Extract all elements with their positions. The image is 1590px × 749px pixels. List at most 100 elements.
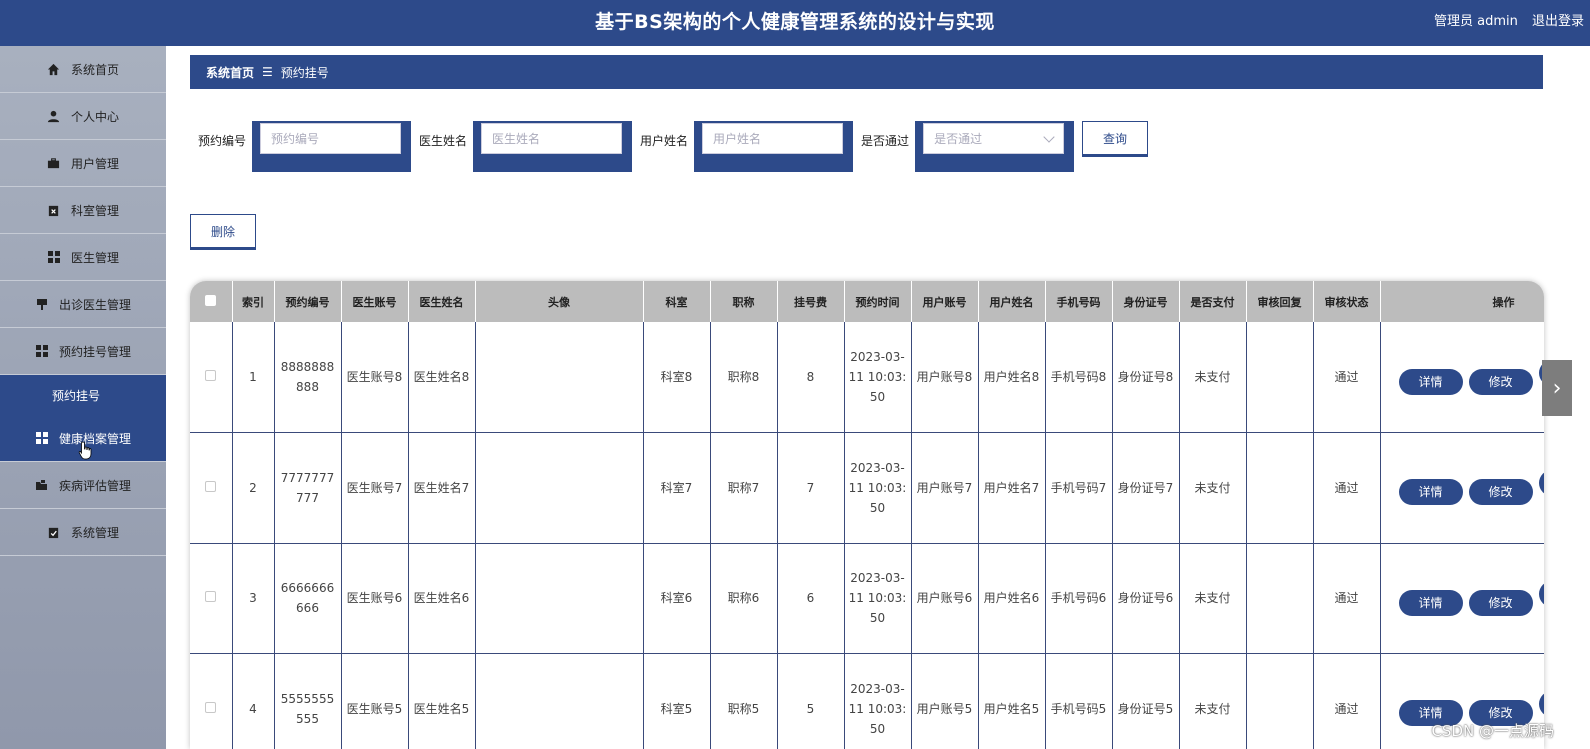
- sidebar-subitem-appointment[interactable]: 预约挂号: [0, 375, 166, 415]
- sidebar-item-home[interactable]: 系统首页: [0, 46, 166, 93]
- query-button[interactable]: 查询: [1082, 121, 1149, 155]
- cell-status: 通过: [1313, 322, 1381, 433]
- edit-button[interactable]: 修改: [1468, 368, 1533, 395]
- row-select-cell[interactable]: [190, 543, 233, 654]
- column-header: 用户姓名: [978, 281, 1046, 322]
- cell-status: 通过: [1313, 543, 1381, 654]
- delete-button[interactable]: 删除: [190, 214, 256, 248]
- column-header: 医生账号: [341, 281, 409, 322]
- cell-id-card: 身份证号7: [1112, 432, 1180, 544]
- edit-button[interactable]: 修改: [1468, 589, 1533, 616]
- select-all-checkbox[interactable]: [205, 294, 217, 306]
- appointments-table: 索引 预约编号 医生账号 医生姓名 头像 科室 职称 挂号费 预约时间 用户账号…: [190, 281, 1544, 749]
- cell-status: 通过: [1313, 432, 1381, 544]
- appointment-code-input[interactable]: 预约编号: [260, 123, 402, 154]
- row-select-cell[interactable]: [190, 653, 233, 749]
- cell-fee: 7: [777, 432, 845, 544]
- cell-department: 科室6: [643, 543, 711, 654]
- sidebar-item-doctors[interactable]: 医生管理: [0, 234, 166, 281]
- table-row: 3 6666666666 医生账号6 医生姓名6 科室6 职称6 6 2023-…: [190, 543, 1544, 654]
- row-select-cell[interactable]: [190, 432, 233, 544]
- sidebar-item-system[interactable]: 系统管理: [0, 509, 166, 556]
- sidebar-item-disease-assessment[interactable]: 疾病评估管理: [0, 462, 166, 509]
- cell-paid: 未支付: [1179, 543, 1247, 654]
- column-header: 审核回复: [1246, 281, 1314, 322]
- column-header: 挂号费: [777, 281, 845, 322]
- sidebar-item-label: 出诊医生管理: [58, 297, 131, 312]
- sidebar-item-label: 科室管理: [70, 203, 119, 218]
- cell-title: 职称6: [710, 543, 778, 654]
- row-checkbox[interactable]: [205, 480, 217, 492]
- search-label-doctor: 医生姓名: [419, 134, 468, 148]
- row-select-cell[interactable]: [190, 322, 233, 433]
- cell-index: 4: [232, 653, 275, 749]
- cell-phone: 手机号码8: [1045, 322, 1113, 433]
- sidebar-item-label: 健康档案管理: [58, 431, 131, 446]
- cell-paid: 未支付: [1179, 322, 1247, 433]
- table-header-row: 索引 预约编号 医生账号 医生姓名 头像 科室 职称 挂号费 预约时间 用户账号…: [190, 281, 1544, 322]
- cell-time: 2023-03-11 10:03:50: [844, 543, 912, 654]
- table-row: 1 8888888888 医生账号8 医生姓名8 科室8 职称8 8 2023-…: [190, 322, 1544, 433]
- home-icon: [47, 62, 61, 76]
- cell-doctor-account: 医生账号8: [341, 322, 409, 433]
- detail-button[interactable]: 详情: [1398, 589, 1463, 616]
- cell-index: 1: [232, 322, 275, 433]
- cell-code: 7777777777: [274, 432, 342, 544]
- cell-user-account: 用户账号5: [911, 653, 979, 749]
- folder-icon: [35, 478, 49, 492]
- cell-department: 科室7: [643, 432, 711, 544]
- cell-avatar: [475, 432, 644, 544]
- sidebar-item-label: 预约挂号管理: [58, 344, 131, 359]
- cell-user-name: 用户姓名7: [978, 432, 1046, 544]
- table-row: 2 7777777777 医生账号7 医生姓名7 科室7 职称7 7 2023-…: [190, 432, 1544, 544]
- scroll-right-button[interactable]: ›: [1542, 360, 1572, 416]
- cell-time: 2023-03-11 10:03:50: [844, 322, 912, 433]
- sidebar-item-personal[interactable]: 个人中心: [0, 93, 166, 140]
- sidebar-item-label: 用户管理: [70, 156, 119, 171]
- edit-button[interactable]: 修改: [1468, 479, 1533, 506]
- sidebar-item-visiting-doctors[interactable]: 出诊医生管理: [0, 281, 166, 328]
- sidebar-item-label: 医生管理: [70, 250, 119, 265]
- cell-reply: [1246, 432, 1314, 544]
- doctor-name-input[interactable]: 医生姓名: [481, 123, 623, 154]
- cell-doctor-account: 医生账号7: [341, 432, 409, 544]
- sidebar-item-departments[interactable]: 科室管理: [0, 187, 166, 234]
- user-name-input[interactable]: 用户姓名: [702, 123, 844, 154]
- cell-doctor-name: 医生姓名5: [408, 653, 476, 749]
- delete-row-button[interactable]: [1538, 691, 1544, 718]
- column-header: 审核状态: [1313, 281, 1381, 322]
- cell-phone: 手机号码7: [1045, 432, 1113, 544]
- search-field-code: 预约编号: [252, 121, 412, 172]
- cell-doctor-name: 医生姓名7: [408, 432, 476, 544]
- cell-department: 科室5: [643, 653, 711, 749]
- clipboard-x-icon: [47, 203, 61, 217]
- approved-select[interactable]: 是否通过: [923, 123, 1065, 154]
- grid-icon: [35, 431, 49, 445]
- column-header: 身份证号: [1112, 281, 1180, 322]
- delete-row-button[interactable]: [1538, 580, 1544, 607]
- grid-icon: [47, 250, 61, 264]
- delete-row-button[interactable]: [1538, 470, 1544, 497]
- chevron-down-icon: [1043, 130, 1055, 143]
- breadcrumb-home[interactable]: 系统首页: [206, 64, 254, 81]
- cell-title: 职称5: [710, 653, 778, 749]
- row-checkbox[interactable]: [205, 701, 217, 713]
- cell-phone: 手机号码5: [1045, 653, 1113, 749]
- cell-operations: 详情 修改: [1380, 322, 1544, 433]
- row-checkbox[interactable]: [205, 591, 217, 603]
- cell-index: 3: [232, 543, 275, 654]
- row-checkbox[interactable]: [205, 370, 217, 381]
- cell-phone: 手机号码6: [1045, 543, 1113, 654]
- cell-title: 职称7: [710, 432, 778, 544]
- search-label-code: 预约编号: [198, 134, 247, 148]
- logout-link[interactable]: 退出登录: [1532, 14, 1584, 29]
- sidebar-item-users[interactable]: 用户管理: [0, 140, 166, 187]
- cell-user-name: 用户姓名6: [978, 543, 1046, 654]
- input-placeholder: 预约编号: [271, 132, 320, 146]
- column-header: 手机号码: [1045, 281, 1113, 322]
- admin-user-label: 管理员 admin: [1433, 14, 1518, 29]
- detail-button[interactable]: 详情: [1398, 368, 1463, 395]
- sidebar-item-appointment-management[interactable]: 预约挂号管理: [0, 328, 166, 375]
- detail-button[interactable]: 详情: [1398, 479, 1463, 506]
- select-all-cell[interactable]: [190, 281, 233, 322]
